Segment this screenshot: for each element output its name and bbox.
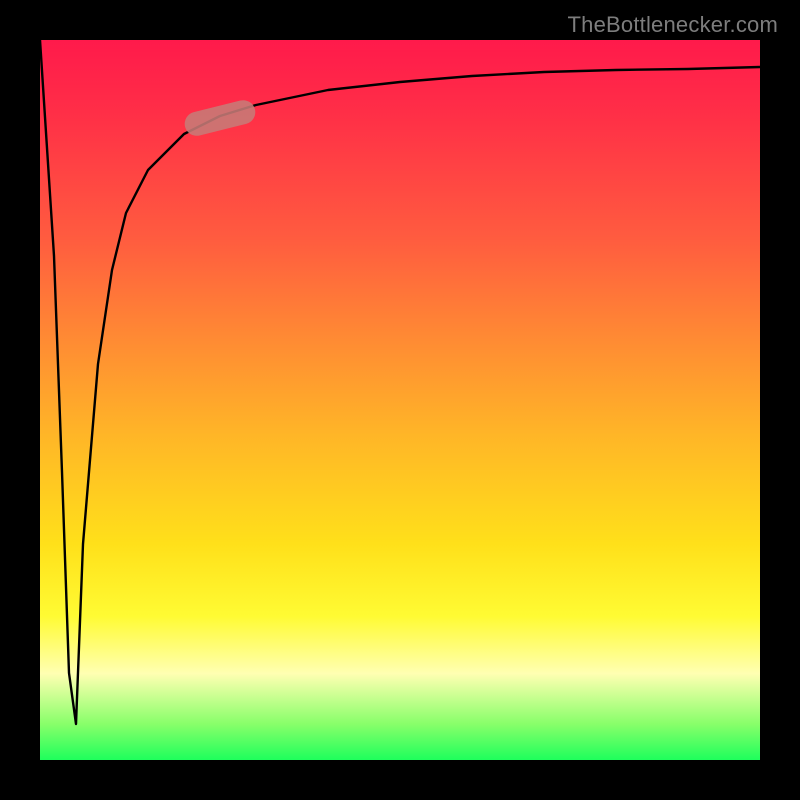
chart-stage: TheBottlenecker.com bbox=[0, 0, 800, 800]
attribution-text: TheBottlenecker.com bbox=[568, 12, 778, 38]
curve-marker bbox=[182, 98, 258, 139]
curve-layer bbox=[40, 40, 760, 760]
bottleneck-curve bbox=[40, 40, 760, 724]
